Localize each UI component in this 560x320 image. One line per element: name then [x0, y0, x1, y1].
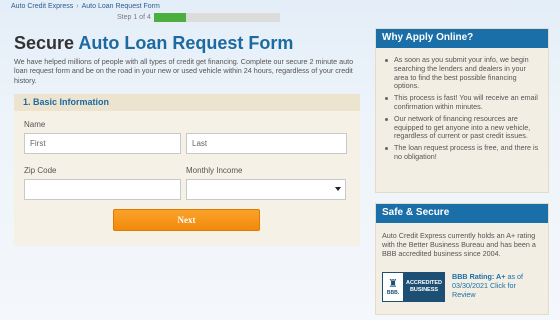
last-name-input[interactable]: [186, 133, 347, 154]
bbb-rating-label: BBB Rating: A+: [452, 272, 506, 281]
safe-secure-text: Auto Credit Express currently holds an A…: [382, 231, 536, 259]
list-item: The loan request process is free, and th…: [384, 143, 540, 162]
zip-code-input[interactable]: [24, 179, 181, 200]
bbb-seal-line2: BUSINESS: [409, 287, 439, 293]
page-title-accent: Auto Loan Request Form: [78, 33, 294, 53]
safe-secure-panel: Safe & Secure Auto Credit Express curren…: [375, 203, 549, 315]
page-title: Secure Auto Loan Request Form: [14, 33, 293, 54]
bbb-rating-link[interactable]: BBB Rating: A+ as of 03/30/2021 Click fo…: [452, 272, 532, 302]
bbb-rating-row: ♜ BBB. ACCREDITED BUSINESS BBB Rating: A…: [382, 272, 532, 302]
progress-bar: [154, 13, 280, 22]
name-label: Name: [24, 120, 46, 129]
bbb-seal-line1: ACCREDITED: [405, 280, 443, 286]
torch-icon: ♜: [388, 277, 398, 290]
bbb-accredited-seal[interactable]: ♜ BBB. ACCREDITED BUSINESS: [382, 272, 445, 302]
progress-label: Step 1 of 4: [117, 14, 151, 21]
list-item: As soon as you submit your info, we begi…: [384, 55, 540, 91]
safe-secure-title: Safe & Secure: [376, 204, 548, 223]
zip-code-label: Zip Code: [24, 166, 57, 175]
why-apply-list: As soon as you submit your info, we begi…: [376, 48, 548, 162]
next-button[interactable]: Next: [113, 209, 260, 231]
chevron-down-icon: [335, 187, 341, 191]
why-apply-panel: Why Apply Online? As soon as you submit …: [375, 28, 549, 193]
why-apply-title: Why Apply Online?: [376, 29, 548, 48]
list-item: Our network of financing resources are e…: [384, 114, 540, 141]
bbb-word: BBB.: [386, 289, 400, 296]
basic-info-form: 1. Basic Information Name Zip Code Month…: [14, 94, 360, 246]
breadcrumb-separator-icon: ›: [76, 3, 79, 10]
page-title-prefix: Secure: [14, 33, 79, 53]
monthly-income-label: Monthly Income: [186, 166, 243, 175]
monthly-income-select[interactable]: [186, 179, 346, 200]
intro-text: We have helped millions of people with a…: [14, 57, 354, 85]
bbb-seal-text: ACCREDITED BUSINESS: [404, 273, 444, 301]
first-name-input[interactable]: [24, 133, 181, 154]
list-item: This process is fast! You will receive a…: [384, 93, 540, 112]
breadcrumb: Auto Credit Express › Auto Loan Request …: [11, 3, 160, 10]
breadcrumb-current: Auto Loan Request Form: [81, 3, 160, 10]
form-section-title: 1. Basic Information: [14, 94, 360, 111]
progress-fill: [154, 13, 186, 22]
bbb-logo: ♜ BBB.: [383, 273, 404, 301]
breadcrumb-home-link[interactable]: Auto Credit Express: [11, 3, 73, 10]
